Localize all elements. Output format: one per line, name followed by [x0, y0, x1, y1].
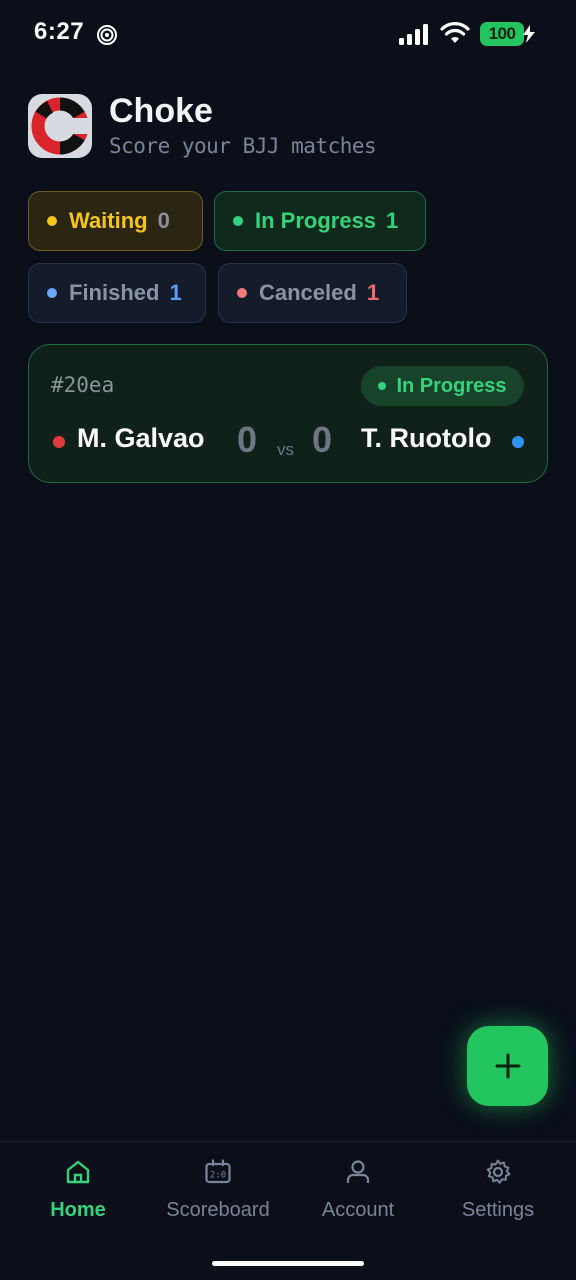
- filter-label: Canceled: [259, 280, 357, 305]
- vs-label: vs: [277, 440, 294, 459]
- in-progress-dot-icon: [233, 216, 243, 226]
- right-player-name: T. Ruotolo: [361, 423, 492, 453]
- nav-item-home[interactable]: Home: [6, 1142, 150, 1242]
- home-icon: [66, 1160, 90, 1184]
- filter-count: 1: [386, 208, 399, 233]
- app-subtitle: Score your BJJ matches: [109, 134, 377, 158]
- right-player-color-icon: [512, 436, 524, 448]
- filter-chip-finished[interactable]: Finished 1: [28, 263, 206, 323]
- user-icon: [346, 1160, 370, 1183]
- filter-count: 1: [169, 280, 182, 305]
- filter-count: 0: [157, 208, 170, 233]
- filter-count: 1: [366, 280, 380, 305]
- nav-item-account[interactable]: Account: [286, 1142, 430, 1242]
- status-dot-icon: [378, 382, 387, 390]
- nav-label-account: Account: [321, 1199, 395, 1221]
- match-card[interactable]: #20ea In Progress M. Galvao 0 vs 0 T. Ru…: [28, 344, 548, 483]
- filter-label: Waiting: [69, 208, 148, 233]
- signal-icon: [399, 24, 428, 45]
- filter-chip-in-progress[interactable]: In Progress 1: [214, 191, 426, 251]
- focus-icon: [97, 25, 117, 45]
- filter-label: In Progress: [255, 208, 377, 233]
- nav-label-scoreboard: Scoreboard: [166, 1199, 270, 1221]
- match-status-label: In Progress: [396, 374, 507, 397]
- left-player-score: 0: [237, 419, 258, 460]
- charging-bolt-icon: [523, 25, 535, 43]
- nav-item-settings[interactable]: Settings: [426, 1142, 570, 1242]
- match-status-badge: In Progress: [361, 366, 524, 406]
- match-id: #20ea: [51, 373, 115, 397]
- nav-item-scoreboard[interactable]: 2:0 Scoreboard: [146, 1142, 290, 1242]
- status-time: 6:27: [34, 18, 85, 45]
- canceled-dot-icon: [237, 288, 247, 298]
- filter-chip-waiting[interactable]: Waiting 0: [28, 191, 203, 251]
- app-title: Choke: [109, 92, 213, 130]
- filter-label: Finished: [69, 280, 160, 305]
- waiting-dot-icon: [47, 216, 57, 226]
- plus-icon: [495, 1053, 520, 1079]
- left-player-name: M. Galvao: [77, 423, 205, 453]
- finished-dot-icon: [47, 288, 57, 298]
- screen: 6:27 100 Choke Score your BJJ matches Wa…: [0, 0, 576, 1280]
- battery-level: 100: [488, 24, 516, 43]
- filter-chip-canceled[interactable]: Canceled 1: [218, 263, 407, 323]
- wifi-icon: [440, 22, 470, 43]
- battery-icon: 100: [480, 22, 524, 46]
- left-player-color-icon: [53, 436, 65, 448]
- add-match-button[interactable]: [467, 1026, 548, 1106]
- right-player-score: 0: [312, 419, 333, 460]
- bottom-nav: Home 2:0 Scoreboard Account Settings: [0, 1141, 576, 1280]
- home-indicator: [212, 1261, 364, 1266]
- scoreboard-icon: 2:0: [205, 1159, 231, 1184]
- svg-text:2:0: 2:0: [210, 1171, 226, 1181]
- nav-label-home: Home: [50, 1199, 106, 1221]
- nav-label-settings: Settings: [461, 1199, 535, 1221]
- choke-logo-icon: [28, 94, 92, 158]
- gear-icon: [486, 1159, 511, 1184]
- status-bar: 6:27 100: [0, 0, 576, 70]
